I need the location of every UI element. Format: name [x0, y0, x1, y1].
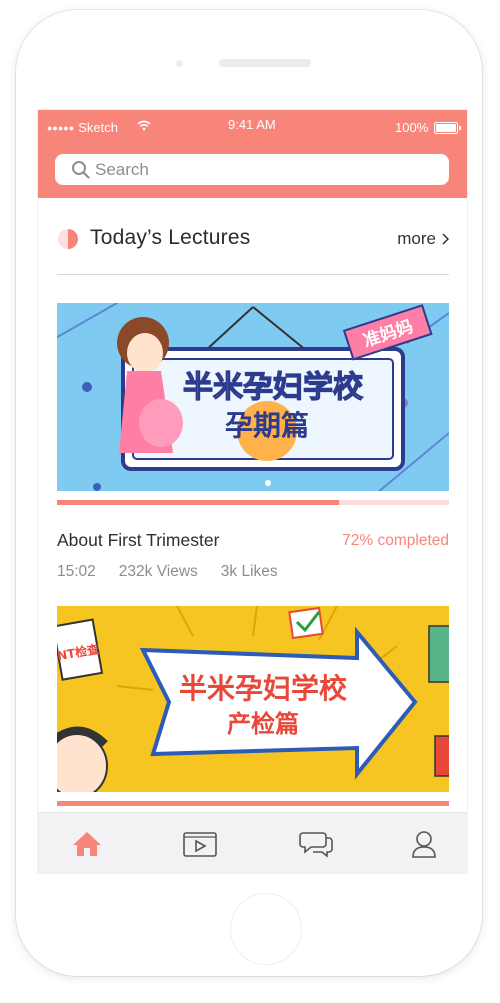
carrier-info: ●●●●● Sketch	[47, 120, 118, 135]
banner2-title-line2: 产检篇	[227, 710, 299, 738]
home-icon	[73, 832, 101, 856]
tab-videos[interactable]	[183, 827, 217, 861]
front-camera	[176, 60, 183, 67]
lecture-views: 232k Views	[118, 563, 198, 580]
chevron-right-icon	[442, 233, 449, 245]
lecture-banner-image-2: NT检查 半米孕妇学校 产检篇	[44, 605, 454, 799]
more-label: more	[397, 229, 436, 248]
home-button[interactable]	[230, 893, 302, 965]
section-header: Today’s Lectures more	[57, 222, 449, 256]
video-icon	[183, 832, 217, 857]
lecture-banner-2[interactable]: NT检查 半米孕妇学校 产检篇	[44, 605, 454, 799]
lectures-section-icon	[58, 229, 78, 249]
search-icon	[72, 160, 90, 179]
signal-strength-icon: ●●●●●	[47, 122, 75, 133]
section-title: Today’s Lectures	[90, 226, 251, 249]
status-bar: ●●●●● Sketch 9:41 AM 100%	[38, 110, 467, 144]
profile-icon	[412, 831, 436, 858]
tab-messages[interactable]	[299, 827, 333, 861]
lecture-likes: 3k Likes	[220, 563, 278, 580]
status-time: 9:41 AM	[228, 117, 276, 132]
lecture-meta: 15:02 232k Views 3k Likes	[57, 563, 301, 581]
search-input[interactable]	[95, 159, 395, 180]
lecture-2-progress-bar	[57, 801, 449, 806]
wifi-icon	[137, 120, 151, 131]
app-screen: ●●●●● Sketch 9:41 AM 100% Today’s L	[38, 110, 467, 873]
section-divider	[57, 274, 449, 275]
lecture-title[interactable]: About First Trimester	[57, 530, 219, 551]
app-header: ●●●●● Sketch 9:41 AM 100%	[38, 110, 467, 198]
lecture-banner-1[interactable]: 准妈妈 半米孕妇学校 孕期篇	[46, 302, 450, 494]
search-bar[interactable]	[55, 154, 449, 185]
lecture-banner-image: 准妈妈 半米孕妇学校 孕期篇	[46, 302, 450, 494]
lecture-status: 72% completed	[342, 532, 449, 549]
carrier-name: Sketch	[78, 120, 118, 135]
tab-home[interactable]	[70, 827, 104, 861]
banner-title-line2: 孕期篇	[225, 409, 309, 442]
more-link[interactable]: more	[397, 229, 449, 249]
lecture-progress-fill	[57, 500, 340, 505]
chat-icon	[299, 832, 333, 858]
lecture-duration: 15:02	[57, 563, 96, 580]
battery-percent: 100%	[395, 120, 429, 135]
speaker-grille	[219, 59, 311, 67]
battery-icon	[434, 122, 461, 134]
banner-title-line1: 半米孕妇学校	[183, 370, 363, 405]
tab-profile[interactable]	[407, 827, 441, 861]
banner2-title-line1: 半米孕妇学校	[179, 672, 348, 705]
lecture-progress-bar	[57, 500, 449, 505]
tab-bar	[38, 812, 467, 873]
